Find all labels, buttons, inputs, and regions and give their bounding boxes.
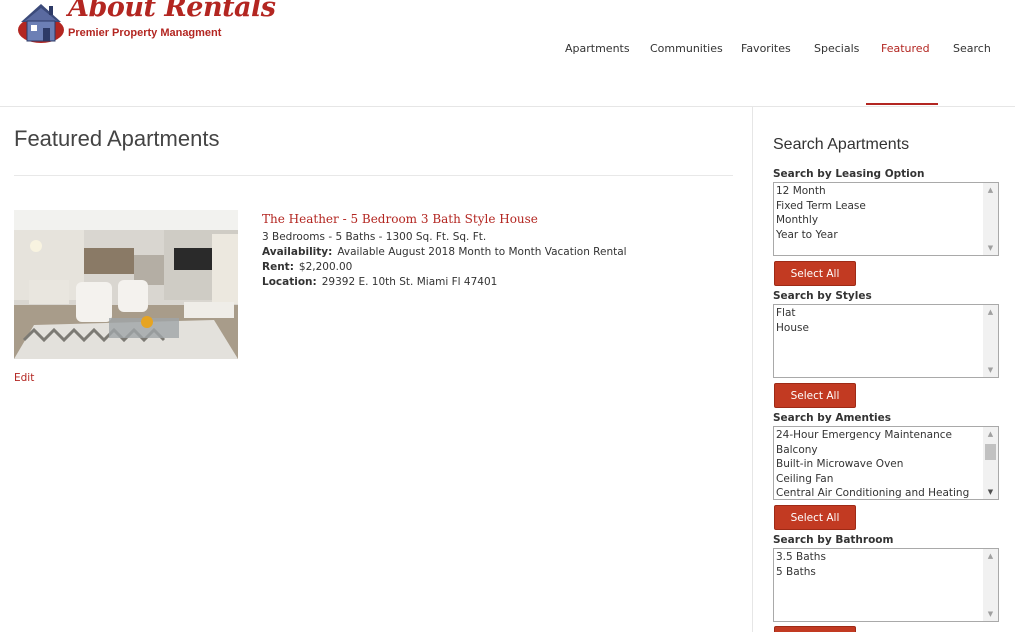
availability-label: Availability: [262,246,333,258]
amenities-label: Search by Amenties [773,412,891,424]
option-item[interactable]: Balcony [776,443,998,458]
option-item[interactable]: Central Air Conditioning and Heating [776,486,998,499]
triangle-down-icon[interactable]: ▼ [983,607,998,621]
house-icon [18,4,64,43]
triangle-up-icon[interactable]: ▲ [983,183,998,197]
triangle-up-icon[interactable]: ▲ [983,427,998,441]
triangle-down-icon[interactable]: ▼ [983,241,998,255]
listing-location: Location: 29392 E. 10th St. Miami Fl 4740… [262,276,497,288]
leasing-option-select[interactable]: 12 Month Fixed Term Lease Monthly Year t… [773,182,999,256]
amenities-select[interactable]: 24-Hour Emergency Maintenance Balcony Bu… [773,426,999,500]
logo[interactable]: About Rentals Premier Property Managment [16,0,276,46]
bathroom-select[interactable]: 3.5 Baths 5 Baths ▲ ▼ [773,548,999,622]
active-nav-indicator [866,103,938,105]
scrollbar[interactable]: ▲ ▼ [983,305,998,377]
scroll-thumb[interactable] [985,444,996,460]
listing-rent: Rent: $2,200.00 [262,261,352,273]
option-item[interactable]: 12 Month [776,184,998,199]
nav-specials[interactable]: Specials [814,42,859,55]
nav-communities[interactable]: Communities [650,42,723,55]
bathroom-label: Search by Bathroom [773,534,894,546]
listing-summary: 3 Bedrooms - 5 Baths - 1300 Sq. Ft. Sq. … [262,231,487,243]
nav-search[interactable]: Search [953,42,991,55]
scrollbar[interactable]: ▲ ▼ [983,427,998,499]
page-title: Featured Apartments [14,126,220,151]
sidebar-title: Search Apartments [773,136,910,153]
option-item[interactable]: Built-in Microwave Oven [776,457,998,472]
site-header: About Rentals Premier Property Managment… [0,0,1015,107]
triangle-up-icon[interactable]: ▲ [983,549,998,563]
select-all-leasing-button[interactable]: Select All [774,261,856,286]
option-item[interactable]: Fixed Term Lease [776,199,998,214]
option-item[interactable]: Ceiling Fan [776,472,998,487]
option-item[interactable]: 3.5 Baths [776,550,998,565]
styles-select[interactable]: Flat House ▲ ▼ [773,304,999,378]
option-item[interactable]: Year to Year [776,228,998,243]
rent-label: Rent: [262,261,294,273]
option-item[interactable]: House [776,321,998,336]
select-all-bathroom-button[interactable] [774,626,856,632]
listing-photo[interactable] [14,210,238,359]
edit-link[interactable]: Edit [14,372,34,384]
select-all-styles-button[interactable]: Select All [774,383,856,408]
triangle-up-icon[interactable]: ▲ [983,305,998,319]
triangle-down-icon[interactable]: ▼ [983,485,998,499]
listing-availability: Availability: Available August 2018 Month… [262,246,627,258]
nav-featured[interactable]: Featured [881,42,930,55]
leasing-option-label: Search by Leasing Option [773,168,925,180]
rent-value: $2,200.00 [298,261,353,273]
brand-tagline: Premier Property Managment [68,27,222,39]
nav-apartments[interactable]: Apartments [565,42,630,55]
location-value: 29392 E. 10th St. Miami Fl 47401 [321,276,498,288]
select-all-amenities-button[interactable]: Select All [774,505,856,530]
availability-value: Available August 2018 Month to Month Vac… [337,246,627,258]
styles-label: Search by Styles [773,290,872,302]
option-item[interactable]: 24-Hour Emergency Maintenance [776,428,998,443]
scrollbar[interactable]: ▲ ▼ [983,183,998,255]
option-item[interactable]: 5 Baths [776,565,998,580]
listing-title-link[interactable]: The Heather - 5 Bedroom 3 Bath Style Hou… [262,212,538,226]
nav-favorites[interactable]: Favorites [741,42,791,55]
option-item[interactable]: Monthly [776,213,998,228]
sidebar-divider [752,106,753,632]
location-label: Location: [262,276,317,288]
triangle-down-icon[interactable]: ▼ [983,363,998,377]
scrollbar[interactable]: ▲ ▼ [983,549,998,621]
brand-title: About Rentals [68,0,276,23]
divider [14,175,733,176]
option-item[interactable]: Flat [776,306,998,321]
